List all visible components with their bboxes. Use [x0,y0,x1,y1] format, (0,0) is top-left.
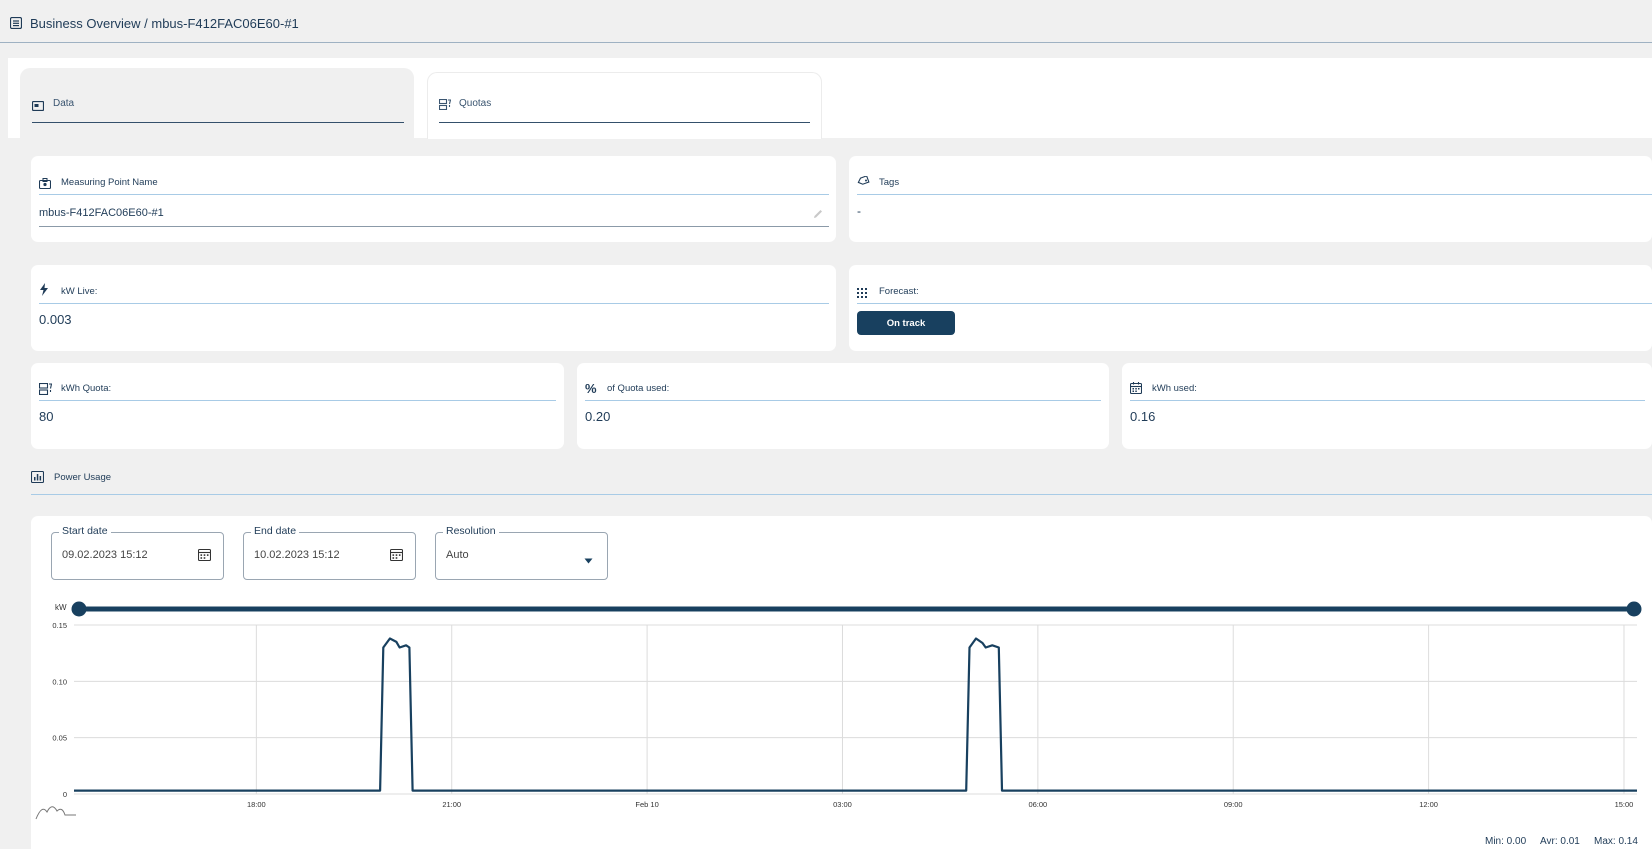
power-usage-series-line [74,637,1637,792]
range-slider-start-handle[interactable] [71,601,87,617]
kwh-quota-value: 80 [39,409,54,424]
power-usage-label: Power Usage [54,472,112,483]
stat-avg: Avr: 0.01 [1540,836,1580,847]
list-icon [9,16,23,34]
divider [39,303,829,304]
zoom-overview-icon[interactable] [35,806,76,820]
x-tick-label: 09:00 [1224,800,1243,809]
forecast-label: Forecast: [879,286,919,297]
end-date-legend: End date [251,525,300,537]
quota-used-label: of Quota used: [607,383,670,394]
stat-max: Max: 0.14 [1594,836,1638,847]
y-axis-label: kW [55,603,67,612]
edit-pencil-icon[interactable] [812,207,824,225]
divider [857,303,1652,304]
resolution-legend: Resolution [443,525,499,537]
calendar-icon [1129,381,1143,399]
on-track-button[interactable]: On track [857,311,955,335]
y-tick-label: 0.15 [52,621,67,630]
kwh-used-label: kWh used: [1152,383,1197,394]
kw-live-label: kW Live: [61,286,98,297]
x-tick-label: Feb 10 [635,800,658,809]
calendar-icon[interactable] [197,548,212,566]
calendar-icon[interactable] [389,548,404,566]
measuring-point-input[interactable]: mbus-F412FAC06E60-#1 [39,207,164,219]
resolution-value[interactable]: Auto [446,549,469,561]
quota-used-card [577,363,1109,449]
power-usage-chart: kW 0 0.05 0.10 0.15 18:00 21:00 Feb 10 03:00 06… [35,601,1642,820]
start-date-value[interactable]: 09.02.2023 15:12 [62,549,148,561]
tags-card [849,156,1652,242]
measuring-point-card [31,156,836,242]
divider [39,194,829,195]
divider [31,494,1652,495]
quota-icon [38,382,53,400]
tags-label: Tags [879,177,900,188]
tab-quotas-underline [439,122,810,123]
y-tick-label: 0.10 [52,677,67,686]
percent-icon: % [585,381,597,396]
tag-icon [857,175,870,193]
divider [857,194,1652,195]
forecast-card [849,265,1652,351]
stat-min: Min: 0.00 [1485,836,1527,847]
x-tick-label: 21:00 [442,800,461,809]
chevron-down-icon[interactable] [584,551,593,569]
lightning-icon [39,283,49,301]
kwh-quota-label: kWh Quota: [61,383,112,394]
kwh-used-card [1122,363,1652,449]
page-title: Business Overview / mbus-F412FAC06E60-#1 [30,16,299,31]
divider [585,400,1101,401]
bar-chart-icon [30,470,45,488]
kw-live-card [31,265,836,351]
id-badge-icon [38,176,52,194]
kw-live-value: 0.003 [39,312,72,327]
tab-data-label: Data [53,98,75,109]
x-tick-label: 06:00 [1028,800,1047,809]
start-date-legend: Start date [59,525,111,537]
tab-data-underline [32,122,404,123]
divider [39,400,556,401]
tab-data[interactable] [20,68,414,138]
y-tick-label: 0.05 [52,734,67,743]
range-slider-end-handle[interactable] [1626,601,1642,617]
x-tick-label: 18:00 [247,800,266,809]
input-underline [39,226,829,227]
x-tick-label: 03:00 [833,800,852,809]
end-date-value[interactable]: 10.02.2023 15:12 [254,549,340,561]
x-tick-label: 15:00 [1615,800,1634,809]
kwh-quota-card [31,363,564,449]
kwh-used-value: 0.16 [1130,409,1156,424]
tab-quotas-label: Quotas [459,98,492,109]
grid-dots-icon [857,285,867,303]
x-tick-label: 12:00 [1419,800,1438,809]
card-icon [31,98,45,116]
measuring-point-label: Measuring Point Name [61,177,158,188]
quota-used-value: 0.20 [585,409,611,424]
divider [1130,400,1645,401]
quota-icon [438,97,452,115]
y-tick-label: 0 [63,790,67,799]
tags-value: - [857,204,861,218]
